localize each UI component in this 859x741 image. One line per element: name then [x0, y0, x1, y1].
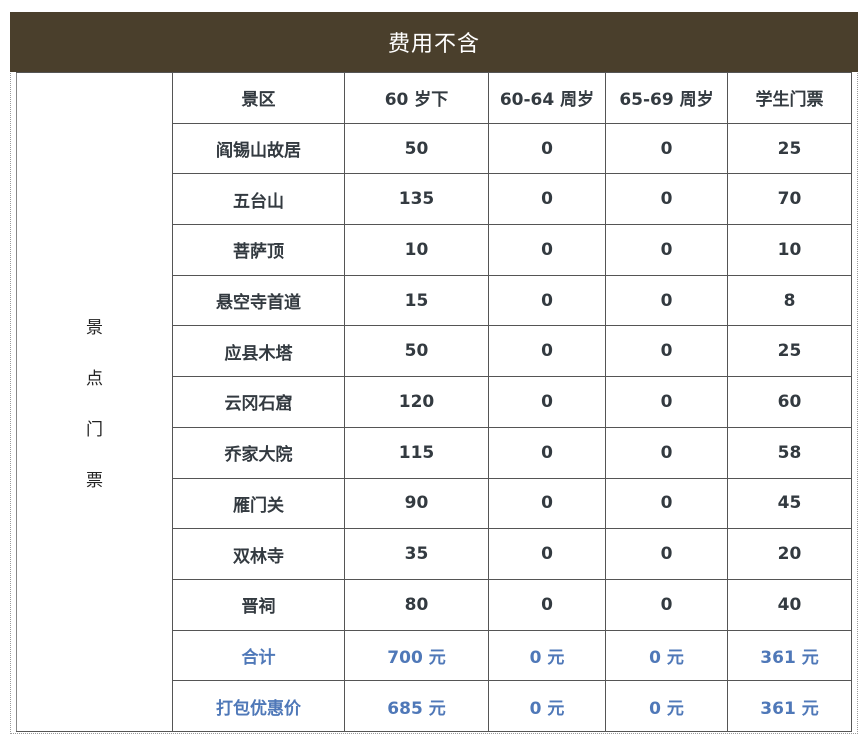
value-cell: 0	[605, 122, 728, 175]
row-label-cell: 打包优惠价	[172, 680, 345, 732]
value-cell: 361 元	[727, 680, 852, 732]
value-cell: 0	[605, 173, 728, 226]
value-cell: 58	[727, 426, 852, 479]
value-cell: 0 元	[488, 680, 606, 732]
row-label-cell: 应县木塔	[172, 325, 345, 378]
value-cell: 25	[727, 325, 852, 378]
value-cell: 0	[488, 325, 606, 378]
value-cell: 0	[605, 376, 728, 428]
header-cell: 学生门票	[727, 72, 852, 124]
value-cell: 10	[344, 224, 489, 276]
value-cell: 0	[605, 426, 728, 479]
side-label-cell: 景 点 门 票	[16, 72, 173, 732]
header-cell: 65-69 周岁	[605, 72, 728, 124]
value-cell: 0	[605, 528, 728, 580]
row-label-cell: 阎锡山故居	[172, 122, 345, 175]
value-cell: 685 元	[344, 680, 489, 732]
value-cell: 0	[488, 578, 606, 631]
side-char: 票	[86, 471, 103, 491]
row-label-cell: 云冈石窟	[172, 376, 345, 428]
value-cell: 10	[727, 224, 852, 276]
value-cell: 0	[605, 477, 728, 530]
header-cell: 60-64 周岁	[488, 72, 606, 124]
value-cell: 0	[488, 477, 606, 530]
row-label-cell: 悬空寺首道	[172, 274, 345, 327]
ticket-table: 景 点 门 票 景区 60 岁下 60-64 周岁 65-69 周岁 学生门票 …	[16, 72, 852, 732]
value-cell: 0	[488, 528, 606, 580]
value-cell: 25	[727, 122, 852, 175]
value-cell: 90	[344, 477, 489, 530]
value-cell: 50	[344, 325, 489, 378]
value-cell: 0	[488, 224, 606, 276]
value-cell: 361 元	[727, 629, 852, 682]
value-cell: 0	[488, 122, 606, 175]
header-cell: 景区	[172, 72, 345, 124]
value-cell: 0	[605, 224, 728, 276]
value-cell: 0 元	[605, 680, 728, 732]
side-char: 门	[86, 420, 103, 440]
row-label-cell: 合计	[172, 629, 345, 682]
header-row: 景 点 门 票 景区 60 岁下 60-64 周岁 65-69 周岁 学生门票	[16, 72, 852, 732]
value-cell: 20	[727, 528, 852, 580]
value-cell: 15	[344, 274, 489, 327]
value-cell: 70	[727, 173, 852, 226]
value-cell: 0	[605, 274, 728, 327]
row-label-cell: 雁门关	[172, 477, 345, 530]
value-cell: 0	[605, 325, 728, 378]
banner-title: 费用不含	[10, 12, 858, 72]
value-cell: 0 元	[605, 629, 728, 682]
row-label-cell: 菩萨顶	[172, 224, 345, 276]
row-label-cell: 晋祠	[172, 578, 345, 631]
value-cell: 120	[344, 376, 489, 428]
value-cell: 60	[727, 376, 852, 428]
value-cell: 135	[344, 173, 489, 226]
value-cell: 8	[727, 274, 852, 327]
value-cell: 115	[344, 426, 489, 479]
value-cell: 45	[727, 477, 852, 530]
value-cell: 0 元	[488, 629, 606, 682]
row-label-cell: 乔家大院	[172, 426, 345, 479]
value-cell: 35	[344, 528, 489, 580]
row-label-cell: 五台山	[172, 173, 345, 226]
header-cell: 60 岁下	[344, 72, 489, 124]
value-cell: 0	[488, 426, 606, 479]
value-cell: 0	[605, 578, 728, 631]
value-cell: 50	[344, 122, 489, 175]
value-cell: 80	[344, 578, 489, 631]
side-char: 景	[86, 318, 103, 338]
value-cell: 40	[727, 578, 852, 631]
value-cell: 0	[488, 274, 606, 327]
row-label-cell: 双林寺	[172, 528, 345, 580]
value-cell: 0	[488, 173, 606, 226]
value-cell: 0	[488, 376, 606, 428]
side-char: 点	[86, 369, 103, 389]
value-cell: 700 元	[344, 629, 489, 682]
